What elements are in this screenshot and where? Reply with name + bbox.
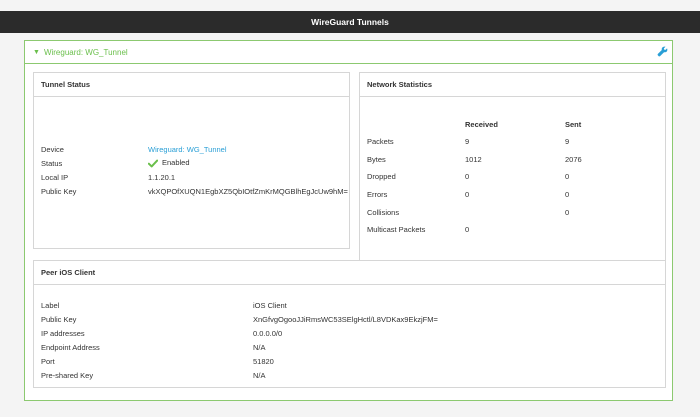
kv-row-local-ip: Local IP 1.1.20.1 xyxy=(34,171,349,183)
stat-label: Packets xyxy=(367,137,394,146)
peer-label: Label xyxy=(41,300,60,310)
stat-label: Bytes xyxy=(367,155,386,164)
public-key-label: Public Key xyxy=(41,186,77,196)
top-title: WireGuard Tunnels xyxy=(311,17,389,27)
stat-sent: 0 xyxy=(565,172,570,181)
section-header[interactable]: ▼ Wireguard: WG_Tunnel xyxy=(25,41,672,64)
peer-panel: Peer iOS Client Label iOS Client Public … xyxy=(33,260,666,388)
peer-value: 51820 xyxy=(253,356,274,366)
stat-sent: 0 xyxy=(565,208,570,217)
peer-label: Port xyxy=(41,356,55,366)
tunnel-status-title: Tunnel Status xyxy=(34,73,349,97)
kv-row-device: Device Wireguard: WG_Tunnel xyxy=(34,143,349,155)
peer-row: Pre-shared Key N/A xyxy=(34,369,665,381)
stat-sent: 9 xyxy=(565,137,570,146)
peer-value: XnGfvgOgooJJiRmsWC53SElgHctl/L8VDKax9Ekz… xyxy=(253,314,438,324)
peer-value: 0.0.0.0/0 xyxy=(253,328,283,338)
peer-row: IP addresses 0.0.0.0/0 xyxy=(34,327,665,339)
caret-down-icon[interactable]: ▼ xyxy=(33,49,40,56)
check-icon xyxy=(148,159,158,168)
network-statistics-title: Network Statistics xyxy=(360,73,665,97)
top-title-bar: WireGuard Tunnels xyxy=(0,11,700,33)
peer-value: N/A xyxy=(253,370,266,380)
peer-title: Peer iOS Client xyxy=(34,261,665,285)
peer-label: Public Key xyxy=(41,314,77,324)
stat-label: Multicast Packets xyxy=(367,225,426,234)
tunnel-section: ▼ Wireguard: WG_Tunnel Tunnel Status Dev… xyxy=(24,40,673,401)
tunnel-status-panel: Tunnel Status Device Wireguard: WG_Tunne… xyxy=(33,72,350,249)
status-value: Enabled xyxy=(162,158,190,168)
stat-received: 0 xyxy=(465,225,470,234)
stat-sent: 2076 xyxy=(565,155,582,164)
wrench-icon[interactable] xyxy=(657,46,668,57)
local-ip-value: 1.1.20.1 xyxy=(148,172,176,182)
peer-row: Port 51820 xyxy=(34,355,665,367)
public-key-value: vkXQPOfXUQN1EgbXZ5QbIOtfZmKrMQGBlhEgJcUw… xyxy=(148,186,348,196)
stat-received: 0 xyxy=(465,172,470,181)
peer-label: IP addresses xyxy=(41,328,85,338)
local-ip-label: Local IP xyxy=(41,172,69,182)
peer-row: Label iOS Client xyxy=(34,299,665,311)
col-received: Received xyxy=(465,120,498,129)
peer-label: Pre-shared Key xyxy=(41,370,94,380)
kv-row-status: Status Enabled xyxy=(34,157,349,169)
stat-received: 1012 xyxy=(465,155,482,164)
stat-sent: 0 xyxy=(565,190,570,199)
peer-row: Public Key XnGfvgOgooJJiRmsWC53SElgHctl/… xyxy=(34,313,665,325)
status-label: Status xyxy=(41,158,63,168)
device-link[interactable]: Wireguard: WG_Tunnel xyxy=(148,145,227,154)
col-sent: Sent xyxy=(565,120,582,129)
kv-row-public-key: Public Key vkXQPOfXUQN1EgbXZ5QbIOtfZmKrM… xyxy=(34,185,349,197)
peer-label: Endpoint Address xyxy=(41,342,100,352)
stat-received: 9 xyxy=(465,137,470,146)
network-statistics-panel: Network Statistics Received Sent Packets… xyxy=(359,72,666,281)
peer-value: iOS Client xyxy=(253,300,287,310)
stat-label: Collisions xyxy=(367,208,400,217)
stat-label: Dropped xyxy=(367,172,396,181)
peer-value: N/A xyxy=(253,342,266,352)
peer-row: Endpoint Address N/A xyxy=(34,341,665,353)
section-title[interactable]: Wireguard: WG_Tunnel xyxy=(44,48,128,57)
device-label: Device xyxy=(41,144,64,154)
status-value-wrap: Enabled xyxy=(148,158,190,168)
stat-label: Errors xyxy=(367,190,388,199)
stat-received: 0 xyxy=(465,190,470,199)
